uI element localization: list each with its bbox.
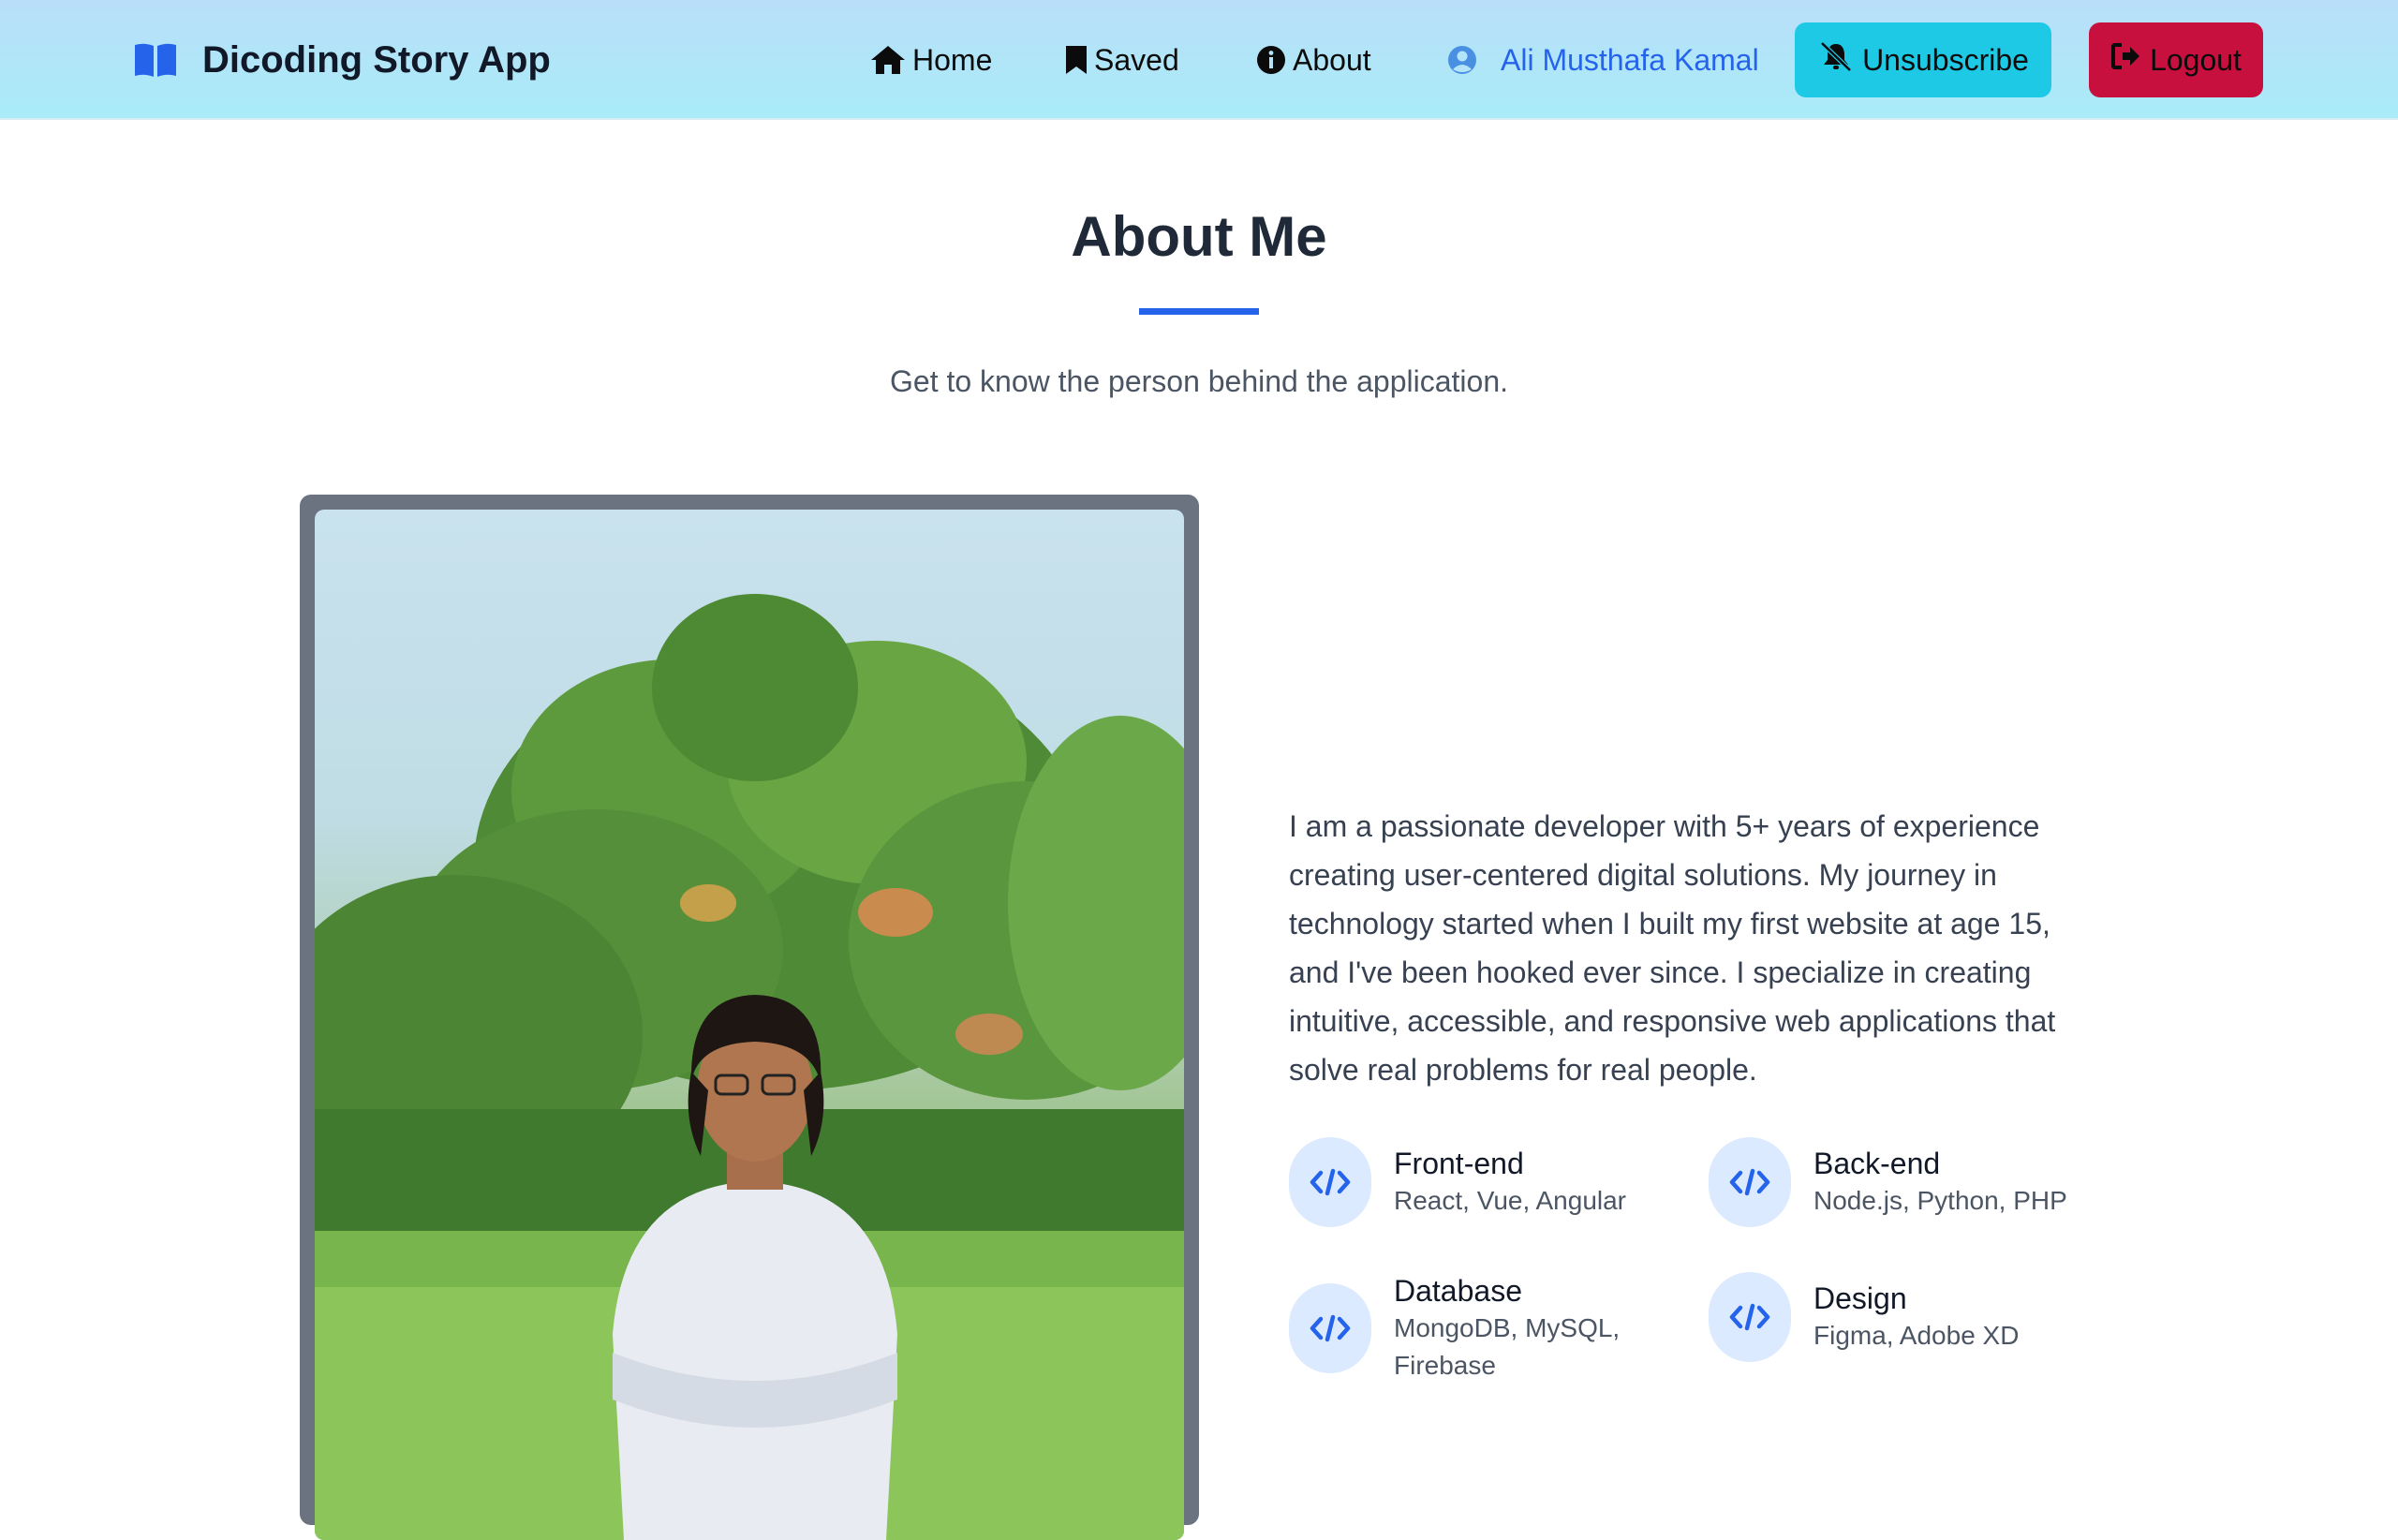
logout-label: Logout — [2150, 42, 2242, 77]
sign-out-icon — [2110, 41, 2142, 79]
info-icon — [1255, 44, 1287, 76]
skill-name: Design — [1813, 1281, 1907, 1315]
user-name: Ali Musthafa Kamal — [1501, 42, 1759, 77]
skill-desc: Node.js, Python, PHP — [1813, 1186, 2067, 1215]
skill-name: Database — [1394, 1274, 1522, 1308]
page-subtitle: Get to know the person behind the applic… — [890, 364, 1508, 398]
code-icon — [1289, 1137, 1371, 1227]
bio-text: I am a passionate developer with 5+ year… — [1289, 809, 2056, 1087]
profile-photo-frame — [300, 495, 1199, 1540]
skill-name: Front-end — [1394, 1147, 1524, 1180]
skill-item-design: Design Figma, Adobe XD — [1709, 1272, 2019, 1362]
skill-desc: React, Vue, Angular — [1394, 1186, 1627, 1215]
skill-desc: Figma, Adobe XD — [1813, 1321, 2020, 1350]
skill-item-backend: Back-end Node.js, Python, PHP — [1709, 1137, 2067, 1227]
brand-title: Dicoding Story App — [202, 38, 551, 81]
profile-photo — [315, 510, 1184, 1540]
user-circle-icon — [1446, 44, 1478, 76]
skill-name: Back-end — [1813, 1147, 1941, 1180]
nav-about[interactable]: About — [1255, 37, 1371, 82]
nav-saved-label: Saved — [1094, 42, 1179, 77]
logout-button[interactable]: Logout — [2089, 22, 2263, 97]
nav-home[interactable]: Home — [869, 37, 992, 82]
bookmark-icon — [1064, 44, 1088, 76]
nav-home-label: Home — [912, 42, 993, 77]
unsubscribe-button[interactable]: Unsubscribe — [1795, 22, 2051, 97]
user-profile[interactable]: Ali Musthafa Kamal — [1446, 37, 1759, 82]
book-icon — [133, 41, 178, 79]
title-underline — [1139, 308, 1259, 315]
home-icon — [869, 44, 907, 76]
nav-about-label: About — [1293, 42, 1371, 77]
unsubscribe-label: Unsubscribe — [1862, 42, 2029, 77]
code-icon — [1709, 1137, 1791, 1227]
brand[interactable]: Dicoding Story App — [133, 36, 551, 84]
bell-slash-icon — [1817, 40, 1855, 80]
skill-item-frontend: Front-end React, Vue, Angular — [1289, 1137, 1626, 1227]
page-title: About Me — [1071, 205, 1327, 268]
code-icon — [1709, 1272, 1791, 1362]
skill-desc: MongoDB, MySQL, Firebase — [1394, 1313, 1621, 1380]
code-icon — [1289, 1283, 1371, 1373]
skill-item-database: Database MongoDB, MySQL, Firebase — [1289, 1272, 1656, 1385]
navbar: Dicoding Story App Home Saved About Ali … — [0, 0, 2398, 120]
nav-saved[interactable]: Saved — [1064, 37, 1179, 82]
